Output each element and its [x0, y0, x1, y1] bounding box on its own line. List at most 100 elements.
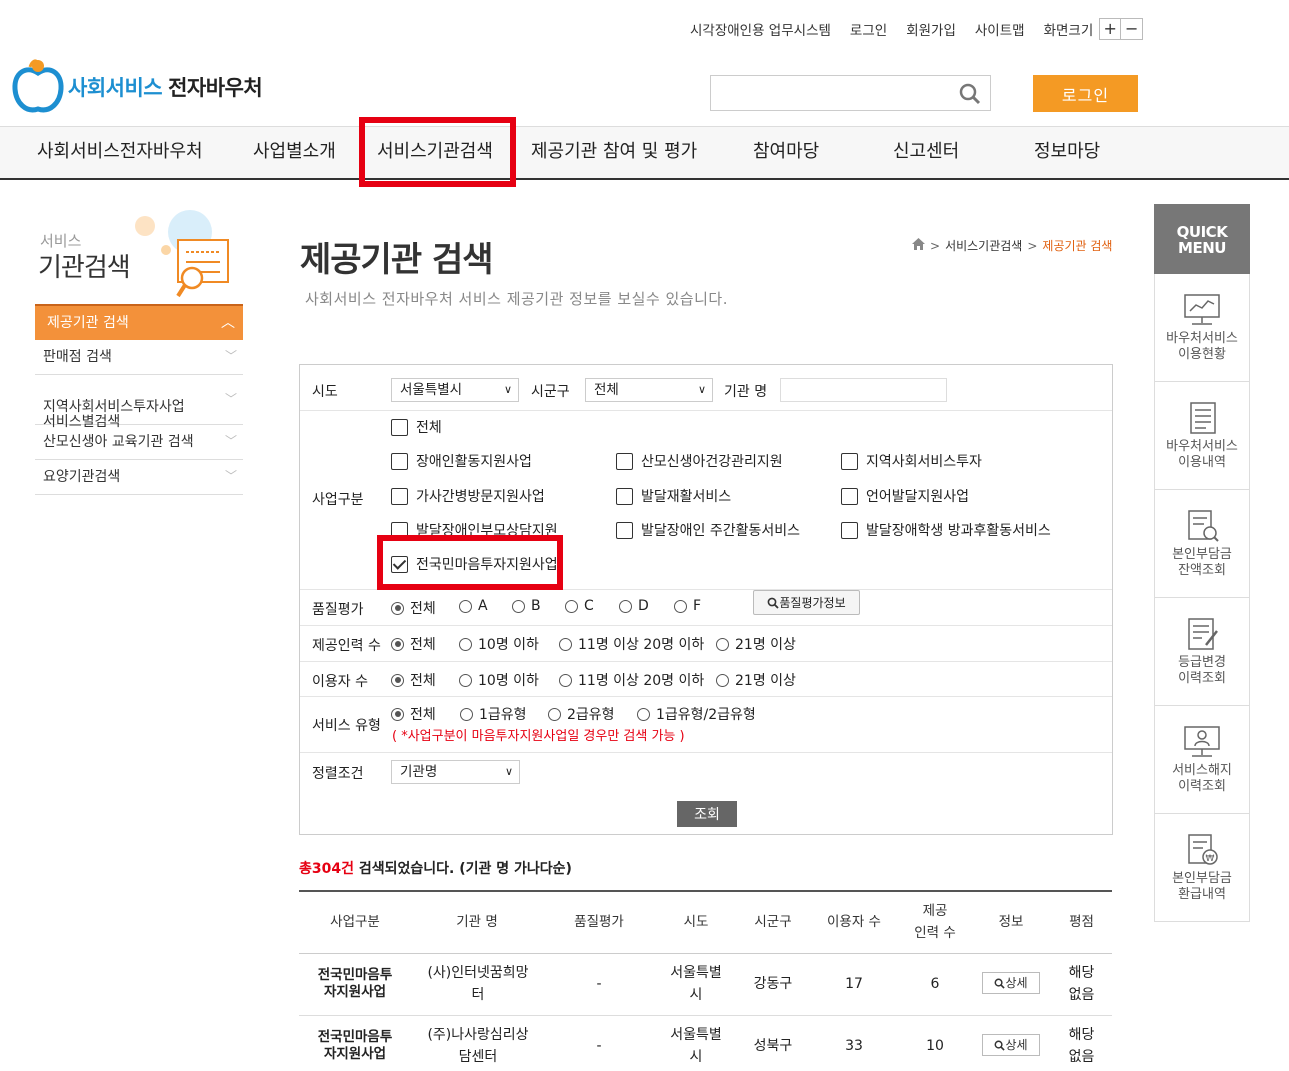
checkbox[interactable]: [391, 521, 408, 539]
detail-button[interactable]: 상세: [982, 1034, 1040, 1057]
staff-radio[interactable]: 10명 이하: [459, 634, 539, 654]
checkbox[interactable]: [391, 487, 408, 505]
site-logo[interactable]: 사회서비스 전자바우처: [12, 57, 263, 117]
util-link-sitemap[interactable]: 사이트맵: [975, 19, 1025, 39]
radio[interactable]: [459, 673, 472, 687]
biz-checkbox[interactable]: 발달장애인 주간활동서비스: [616, 520, 800, 540]
search-icon[interactable]: [959, 83, 981, 109]
biz-checkbox[interactable]: 언어발달지원사업: [841, 486, 969, 506]
breadcrumb-item[interactable]: 서비스기관검색: [945, 237, 1022, 254]
radio[interactable]: [559, 637, 572, 651]
nav-forum[interactable]: 참여마당: [753, 127, 819, 179]
users-radio[interactable]: 11명 이상 20명 이하: [559, 670, 704, 690]
biz-checkbox[interactable]: 장애인활동지원사업: [391, 451, 532, 471]
home-icon[interactable]: [912, 238, 925, 253]
result-total: 총304건: [299, 861, 354, 877]
biz-checkbox[interactable]: 발달장애학생 방과후활동서비스: [841, 520, 1051, 540]
side-menu-care-search[interactable]: 요양기관검색 ﹀: [35, 460, 243, 495]
users-radio[interactable]: 21명 이상: [716, 670, 796, 690]
checkbox[interactable]: [391, 418, 408, 436]
search-submit-button[interactable]: 조회: [677, 801, 737, 827]
staff-radio[interactable]: 11명 이상 20명 이하: [559, 634, 704, 654]
table-row[interactable]: 전국민마음투 자지원사업 (사)인터넷꿈희망 터 - 서울특별 시 강동구 17…: [299, 953, 1112, 1016]
service-radio[interactable]: 1급유형/2급유형: [637, 704, 756, 724]
biz-checkbox[interactable]: 발달장애인부모상담지원: [391, 520, 558, 540]
org-name-input[interactable]: [780, 378, 947, 402]
util-link-login[interactable]: 로그인: [850, 19, 887, 39]
sigungu-select[interactable]: 전체 ∨: [585, 378, 713, 402]
radio[interactable]: [716, 673, 729, 687]
biz-checkbox[interactable]: 가사간병방문지원사업: [391, 486, 545, 506]
quick-voucher-history[interactable]: 바우처서비스 이용내역: [1154, 382, 1250, 490]
radio[interactable]: [619, 599, 632, 613]
checkbox-checked[interactable]: [391, 555, 408, 573]
side-menu-store-search[interactable]: 판매점 검색 ﹀: [35, 340, 243, 375]
quick-refund-history[interactable]: ₩ 본인부담금 환급내역: [1154, 814, 1250, 922]
biz-checkbox[interactable]: 지역사회서비스투자: [841, 451, 982, 471]
nav-voucher[interactable]: 사회서비스전자바우처: [37, 127, 203, 179]
staff-radio[interactable]: 21명 이상: [716, 634, 796, 654]
side-menu-maternity-search[interactable]: 산모신생아 교육기관 검색 ﹀: [35, 425, 243, 460]
quality-radio[interactable]: C: [565, 598, 594, 614]
biz-checkbox-all[interactable]: 전체: [391, 417, 442, 437]
zoom-in-button[interactable]: +: [1099, 18, 1122, 40]
quick-grade-history[interactable]: 등급변경 이력조회: [1154, 598, 1250, 706]
side-menu-org-search[interactable]: 제공기관 검색 ︿: [35, 304, 243, 340]
quick-voucher-status[interactable]: 바우처서비스 이용현황: [1154, 274, 1250, 382]
util-link-signup[interactable]: 회원가입: [906, 19, 956, 39]
quality-info-button[interactable]: 품질평가정보: [753, 590, 860, 615]
radio-checked[interactable]: [391, 707, 404, 721]
sido-select[interactable]: 서울특별시 ∨: [391, 378, 519, 402]
nav-report[interactable]: 신고센터: [893, 127, 959, 179]
nav-participation[interactable]: 제공기관 참여 및 평가: [531, 127, 697, 179]
site-search-input[interactable]: [711, 76, 951, 110]
service-radio[interactable]: 전체: [391, 704, 436, 724]
radio[interactable]: [460, 707, 473, 721]
radio[interactable]: [565, 599, 578, 613]
checkbox[interactable]: [841, 452, 858, 470]
radio[interactable]: [559, 673, 572, 687]
radio[interactable]: [512, 599, 525, 613]
service-radio[interactable]: 1급유형: [460, 704, 527, 724]
quality-radio[interactable]: 전체: [391, 598, 436, 618]
biz-checkbox[interactable]: 발달재활서비스: [616, 486, 731, 506]
sort-select[interactable]: 기관명 ∨: [391, 760, 520, 784]
quality-radio[interactable]: F: [674, 598, 701, 614]
radio-checked[interactable]: [391, 601, 404, 615]
radio[interactable]: [674, 599, 687, 613]
checkbox[interactable]: [841, 521, 858, 539]
zoom-out-button[interactable]: −: [1121, 18, 1144, 40]
quick-cancel-history[interactable]: 서비스해지 이력조회: [1154, 706, 1250, 814]
nav-business[interactable]: 사업별소개: [253, 127, 336, 179]
nav-info[interactable]: 정보마당: [1034, 127, 1100, 179]
users-radio[interactable]: 전체: [391, 670, 436, 690]
util-link-blind-system[interactable]: 시각장애인용 업무시스템: [690, 19, 831, 39]
users-radio[interactable]: 10명 이하: [459, 670, 539, 690]
radio[interactable]: [716, 637, 729, 651]
table-row[interactable]: 전국민마음투 자지원사업 (주)나사랑심리상 담센터 - 서울특별 시 성북구 …: [299, 1015, 1112, 1071]
quality-radio[interactable]: D: [619, 598, 649, 614]
biz-checkbox-mind-invest[interactable]: 전국민마음투자지원사업: [391, 554, 558, 574]
nav-org-search[interactable]: 서비스기관검색: [377, 127, 493, 179]
checkbox[interactable]: [391, 452, 408, 470]
checkbox[interactable]: [616, 452, 633, 470]
biz-checkbox[interactable]: 산모신생아건강관리지원: [616, 451, 783, 471]
radio-checked[interactable]: [391, 637, 404, 651]
checkbox[interactable]: [616, 487, 633, 505]
quality-radio[interactable]: B: [512, 598, 541, 614]
radio-checked[interactable]: [391, 673, 404, 687]
svg-text:₩: ₩: [1206, 854, 1215, 864]
radio[interactable]: [459, 637, 472, 651]
service-radio[interactable]: 2급유형: [548, 704, 615, 724]
radio[interactable]: [459, 599, 472, 613]
radio[interactable]: [637, 707, 650, 721]
quick-balance-check[interactable]: 본인부담금 잔액조회: [1154, 490, 1250, 598]
checkbox[interactable]: [616, 521, 633, 539]
side-menu-community-search[interactable]: 지역사회서비스투자사업 서비스별검색 ﹀: [35, 375, 243, 430]
staff-radio[interactable]: 전체: [391, 634, 436, 654]
checkbox[interactable]: [841, 487, 858, 505]
radio[interactable]: [548, 707, 561, 721]
header-login-button[interactable]: 로그인: [1033, 75, 1138, 112]
detail-button[interactable]: 상세: [982, 972, 1040, 995]
quality-radio[interactable]: A: [459, 598, 488, 614]
